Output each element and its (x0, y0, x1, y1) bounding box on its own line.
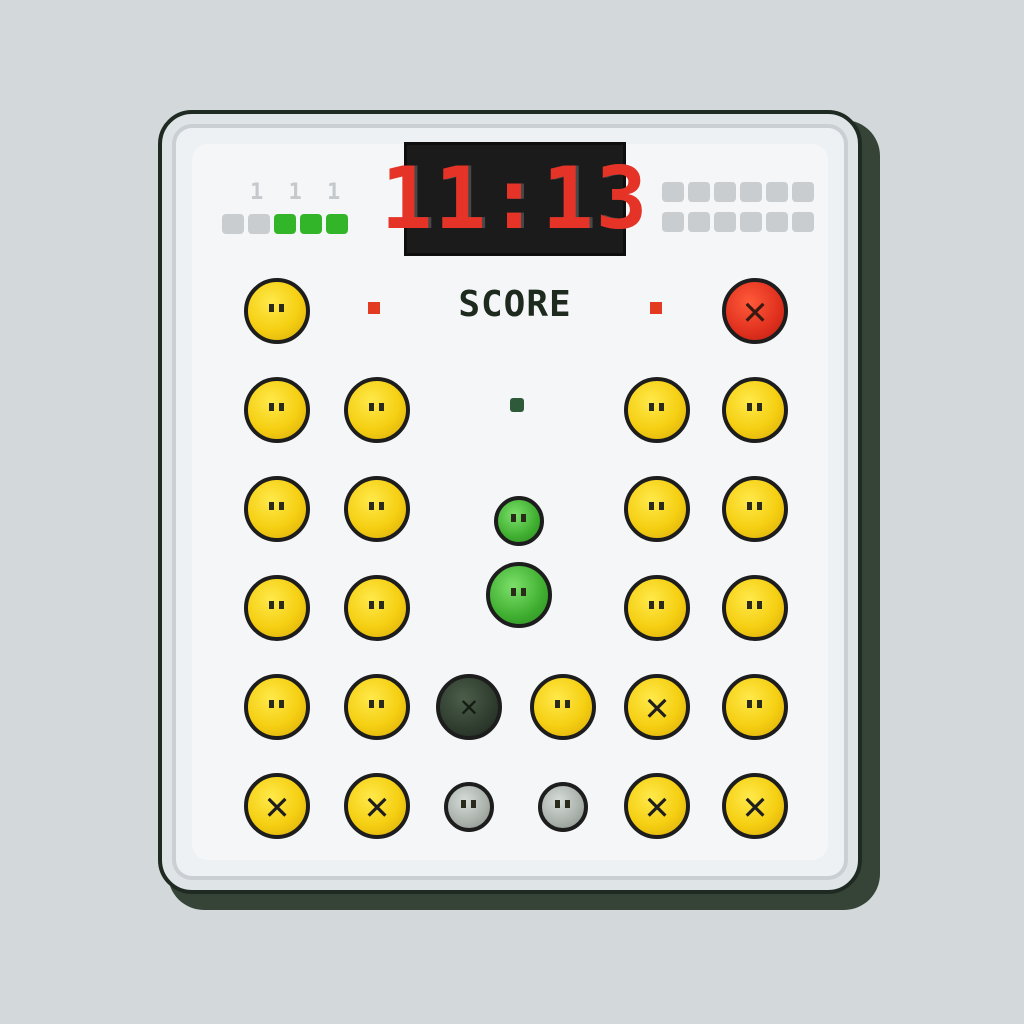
green-token[interactable] (494, 496, 544, 546)
face-icon (551, 800, 575, 814)
face-icon (265, 403, 289, 417)
tally-segment (222, 214, 244, 234)
tally-segment (792, 182, 814, 202)
tally-segment (662, 212, 684, 232)
tally-segment (662, 182, 684, 202)
tally-label: 1 1 1 (250, 180, 347, 205)
yellow-token[interactable] (344, 674, 410, 740)
red-token-crossed[interactable]: ✕ (722, 278, 788, 344)
x-mark-icon: ✕ (644, 783, 670, 829)
yellow-token-crossed[interactable]: ✕ (344, 773, 410, 839)
face-icon (645, 502, 669, 516)
yellow-token[interactable] (722, 674, 788, 740)
yellow-token[interactable] (244, 377, 310, 443)
tally-segment (688, 212, 710, 232)
face-icon (265, 601, 289, 615)
face-icon (265, 502, 289, 516)
face-icon (265, 700, 289, 714)
face-icon (743, 502, 767, 516)
yellow-token[interactable] (722, 575, 788, 641)
yellow-token-crossed[interactable]: ✕ (722, 773, 788, 839)
face-icon (507, 588, 531, 602)
yellow-token[interactable] (244, 476, 310, 542)
score-indicator-left (368, 302, 380, 314)
face-icon (365, 502, 389, 516)
yellow-token[interactable] (244, 575, 310, 641)
face-icon (645, 601, 669, 615)
gray-token[interactable] (538, 782, 588, 832)
tally-segment (326, 214, 348, 234)
yellow-token[interactable] (244, 674, 310, 740)
x-mark-icon: ✕ (742, 288, 768, 334)
tally-segment (714, 182, 736, 202)
face-icon (365, 601, 389, 615)
center-marker (510, 398, 524, 412)
x-mark-icon: ✕ (459, 689, 479, 724)
score-indicator-right (650, 302, 662, 314)
tally-segment (248, 214, 270, 234)
face-icon (743, 403, 767, 417)
tally-segment (300, 214, 322, 234)
yellow-token[interactable] (244, 278, 310, 344)
x-mark-icon: ✕ (644, 684, 670, 730)
tally-segment-row (662, 182, 814, 202)
yellow-token[interactable] (624, 377, 690, 443)
face-icon (457, 800, 481, 814)
yellow-token[interactable] (530, 674, 596, 740)
yellow-token[interactable] (344, 476, 410, 542)
tally-segment-row (662, 212, 814, 232)
timer-display: 11:13 (381, 142, 647, 256)
x-mark-icon: ✕ (364, 783, 390, 829)
face-icon (743, 601, 767, 615)
tally-segment (740, 212, 762, 232)
yellow-token[interactable] (624, 575, 690, 641)
dark-token-crossed[interactable]: ✕ (436, 674, 502, 740)
score-label: SCORE (458, 284, 572, 325)
face-icon (365, 403, 389, 417)
yellow-token[interactable] (722, 377, 788, 443)
face-icon (365, 700, 389, 714)
green-token[interactable] (486, 562, 552, 628)
face-icon (743, 700, 767, 714)
face-icon (551, 700, 575, 714)
face-icon (265, 304, 289, 318)
timer-value: 11:13 (380, 149, 650, 249)
tally-segment (792, 212, 814, 232)
gray-token[interactable] (444, 782, 494, 832)
yellow-token-crossed[interactable]: ✕ (624, 674, 690, 740)
face-icon (507, 514, 531, 528)
tally-segment (766, 182, 788, 202)
x-mark-icon: ✕ (264, 783, 290, 829)
face-icon (645, 403, 669, 417)
yellow-token[interactable] (624, 476, 690, 542)
yellow-token[interactable] (344, 575, 410, 641)
x-mark-icon: ✕ (742, 783, 768, 829)
tally-segment (766, 212, 788, 232)
yellow-token[interactable] (344, 377, 410, 443)
tally-segment (714, 212, 736, 232)
tally-segment (688, 182, 710, 202)
tally-segment (274, 214, 296, 234)
yellow-token-crossed[interactable]: ✕ (244, 773, 310, 839)
yellow-token[interactable] (722, 476, 788, 542)
left-tally-segments (222, 214, 348, 234)
yellow-token-crossed[interactable]: ✕ (624, 773, 690, 839)
tally-segment (740, 182, 762, 202)
